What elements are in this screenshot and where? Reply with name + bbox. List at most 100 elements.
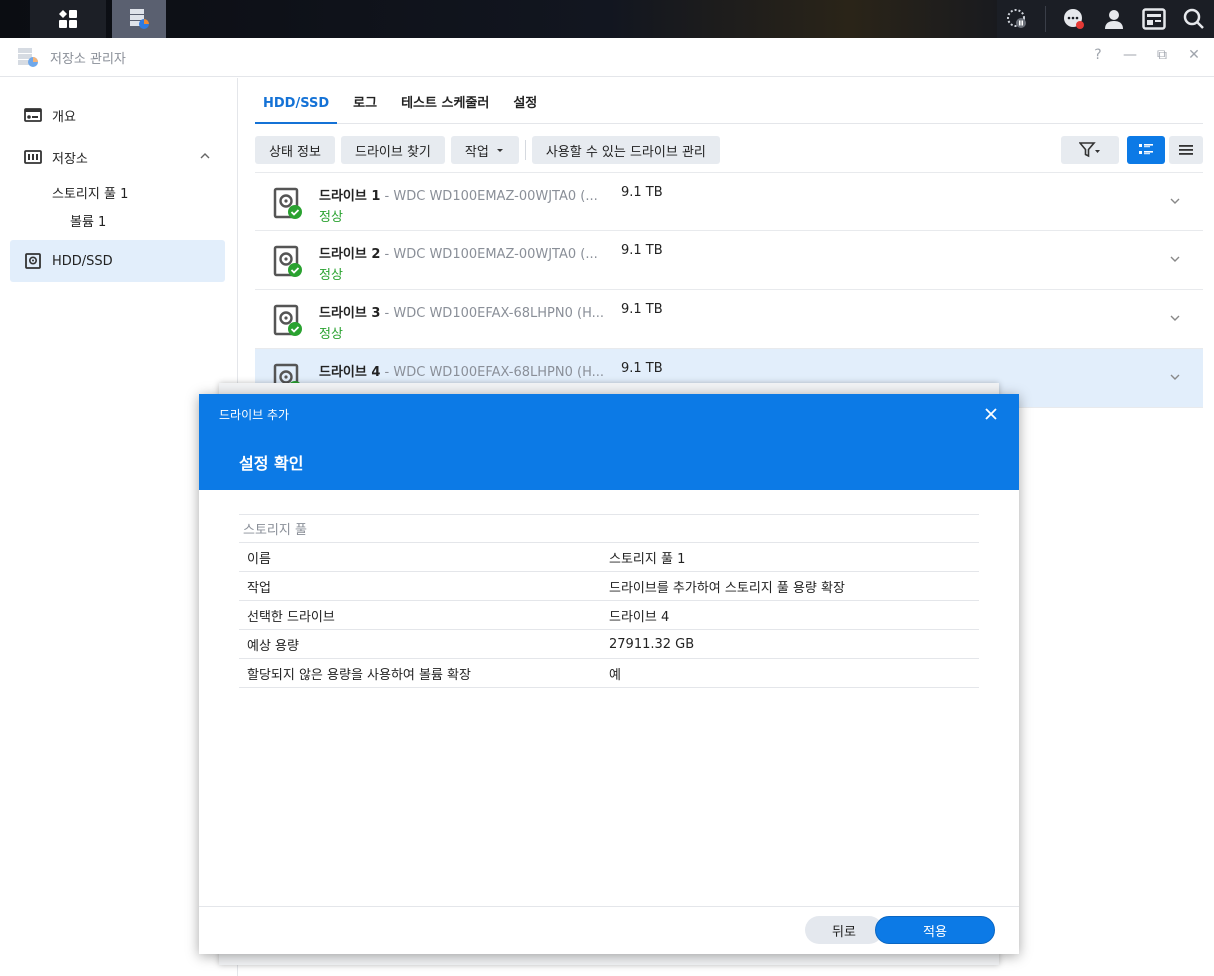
storage-manager-app-icon xyxy=(18,48,38,67)
storage-icon xyxy=(24,150,42,164)
taskbar-divider xyxy=(1045,6,1046,32)
filter-button[interactable] xyxy=(1061,136,1119,164)
dialog-header: 드라이브 추가 설정 확인 xyxy=(199,394,1019,490)
chevron-down-icon[interactable] xyxy=(1169,195,1181,207)
action-label: 작업 xyxy=(464,144,489,160)
hdd-status-ok-icon xyxy=(273,245,302,277)
tab-hdd-ssd[interactable]: HDD/SSD xyxy=(255,96,338,124)
detail-view-button[interactable] xyxy=(1127,136,1165,164)
dialog-footer: 뒤로 적용 xyxy=(199,906,1019,954)
tab-settings[interactable]: 설정 xyxy=(505,92,545,123)
summary-row: 예상 용량 27911.32 GB xyxy=(239,630,979,659)
settings-summary-table: 스토리지 풀 이름 스토리지 풀 1 작업 드라이브를 추가하여 스토리지 풀 … xyxy=(239,514,979,688)
hdd-status-ok-icon xyxy=(273,187,302,219)
help-button[interactable]: ? xyxy=(1090,47,1106,63)
summary-row: 이름 스토리지 풀 1 xyxy=(239,543,979,572)
summary-row: 작업 드라이브를 추가하여 스토리지 풀 용량 확장 xyxy=(239,572,979,601)
apply-button[interactable]: 적용 xyxy=(875,916,995,944)
drive-model: - WDC WD100EMAZ-00WJTA0 (... xyxy=(380,247,598,262)
drive-status: 정상 xyxy=(319,210,343,225)
dashboard-icon xyxy=(59,10,77,28)
menu-lines-icon xyxy=(1179,145,1193,155)
summary-key: 예상 용량 xyxy=(247,638,299,654)
chevron-up-icon[interactable] xyxy=(199,150,211,162)
resource-monitor-icon xyxy=(1007,9,1026,28)
summary-value: 스토리지 풀 1 xyxy=(609,551,686,567)
storage-manager-taskbar-button[interactable] xyxy=(112,0,166,38)
summary-section-header: 스토리지 풀 xyxy=(239,514,979,543)
sidebar-item-hdd-ssd[interactable]: HDD/SSD xyxy=(10,240,225,282)
drive-name: 드라이브 3 xyxy=(319,306,381,321)
status-info-button[interactable]: 상태 정보 xyxy=(255,136,335,164)
main-menu-button[interactable] xyxy=(30,0,106,38)
toolbar: 상태 정보 드라이브 찾기 작업 사용할 수 있는 드라이브 관리 xyxy=(255,136,1203,164)
overview-icon xyxy=(24,108,42,122)
drive-status: 정상 xyxy=(319,268,343,283)
window-titlebar: 저장소 관리자 ? — ⧉ ✕ xyxy=(0,38,1214,77)
chevron-down-icon[interactable] xyxy=(1169,253,1181,265)
drive-size: 9.1 TB xyxy=(621,243,663,258)
drive-size: 9.1 TB xyxy=(621,361,663,376)
add-drive-dialog: 드라이브 추가 설정 확인 스토리지 풀 이름 스토리지 풀 1 작업 드라이브… xyxy=(199,394,1019,954)
manage-available-drives-button[interactable]: 사용할 수 있는 드라이브 관리 xyxy=(531,136,720,164)
list-detail-icon xyxy=(1139,144,1153,155)
user-button[interactable] xyxy=(1094,0,1134,38)
dialog-step-title: 설정 확인 xyxy=(239,454,304,473)
drive-size: 9.1 TB xyxy=(621,185,663,200)
drive-name: 드라이브 2 xyxy=(319,247,381,262)
search-icon xyxy=(1183,8,1204,29)
tab-bar: HDD/SSD 로그 테스트 스케줄러 설정 xyxy=(255,78,1203,124)
close-icon[interactable] xyxy=(983,406,999,422)
sidebar-item-storage-pool-1[interactable]: 스토리지 풀 1 xyxy=(10,178,225,206)
drive-list: 드라이브 1 - WDC WD100EMAZ-00WJTA0 (... 9.1 … xyxy=(255,172,1203,408)
resource-monitor-button[interactable] xyxy=(997,0,1037,38)
drive-model: - WDC WD100EFAX-68LHPN0 (H... xyxy=(380,365,605,380)
action-dropdown-button[interactable]: 작업 xyxy=(450,136,519,164)
summary-key: 작업 xyxy=(247,580,271,596)
caret-down-icon xyxy=(496,149,503,152)
summary-key: 이름 xyxy=(247,551,271,567)
summary-value: 27911.32 GB xyxy=(609,636,695,652)
sidebar-item-storage[interactable]: 저장소 xyxy=(10,136,225,178)
find-drive-button[interactable]: 드라이브 찾기 xyxy=(340,136,445,164)
window-title: 저장소 관리자 xyxy=(50,51,126,67)
sidebar-item-volume-1[interactable]: 볼륨 1 xyxy=(10,206,225,234)
sidebar-item-overview[interactable]: 개요 xyxy=(10,94,225,136)
drive-status: 정상 xyxy=(319,327,343,342)
toolbar-divider xyxy=(524,140,526,160)
drive-size: 9.1 TB xyxy=(621,302,663,317)
sidebar-item-label: HDD/SSD xyxy=(52,253,113,269)
drive-row[interactable]: 드라이브 1 - WDC WD100EMAZ-00WJTA0 (... 9.1 … xyxy=(255,172,1203,231)
hdd-status-ok-icon xyxy=(273,304,302,336)
chevron-down-icon[interactable] xyxy=(1169,371,1181,383)
restore-button[interactable]: ⧉ xyxy=(1154,47,1170,63)
drive-model: - WDC WD100EFAX-68LHPN0 (H... xyxy=(380,306,605,321)
list-view-button[interactable] xyxy=(1169,136,1203,164)
drive-name: 드라이브 4 xyxy=(319,365,381,380)
sidebar-item-label: 개요 xyxy=(52,109,76,125)
summary-key: 선택한 드라이브 xyxy=(247,609,335,625)
summary-value: 드라이브 4 xyxy=(609,609,670,625)
search-button[interactable] xyxy=(1174,0,1214,38)
tab-test-scheduler[interactable]: 테스트 스케줄러 xyxy=(393,92,497,123)
tab-log[interactable]: 로그 xyxy=(345,92,385,123)
drive-model: - WDC WD100EMAZ-00WJTA0 (... xyxy=(380,189,598,204)
sidebar-item-label: 저장소 xyxy=(52,151,88,167)
back-button[interactable]: 뒤로 xyxy=(805,916,883,944)
summary-key: 할당되지 않은 용량을 사용하여 볼륨 확장 xyxy=(247,667,471,683)
filter-icon xyxy=(1079,142,1100,158)
widgets-icon xyxy=(1142,8,1166,30)
user-icon xyxy=(1105,10,1123,29)
minimize-button[interactable]: — xyxy=(1122,47,1138,63)
drive-row[interactable]: 드라이브 2 - WDC WD100EMAZ-00WJTA0 (... 9.1 … xyxy=(255,231,1203,290)
taskbar xyxy=(0,0,1214,38)
chevron-down-icon[interactable] xyxy=(1169,312,1181,324)
summary-row: 선택한 드라이브 드라이브 4 xyxy=(239,601,979,630)
summary-row: 할당되지 않은 용량을 사용하여 볼륨 확장 예 xyxy=(239,659,979,688)
drive-row[interactable]: 드라이브 3 - WDC WD100EFAX-68LHPN0 (H... 9.1… xyxy=(255,290,1203,349)
drive-name: 드라이브 1 xyxy=(319,189,381,204)
widgets-button[interactable] xyxy=(1134,0,1174,38)
close-button[interactable]: ✕ xyxy=(1186,47,1202,63)
chat-button[interactable] xyxy=(1054,0,1094,38)
summary-value: 드라이브를 추가하여 스토리지 풀 용량 확장 xyxy=(609,580,845,596)
